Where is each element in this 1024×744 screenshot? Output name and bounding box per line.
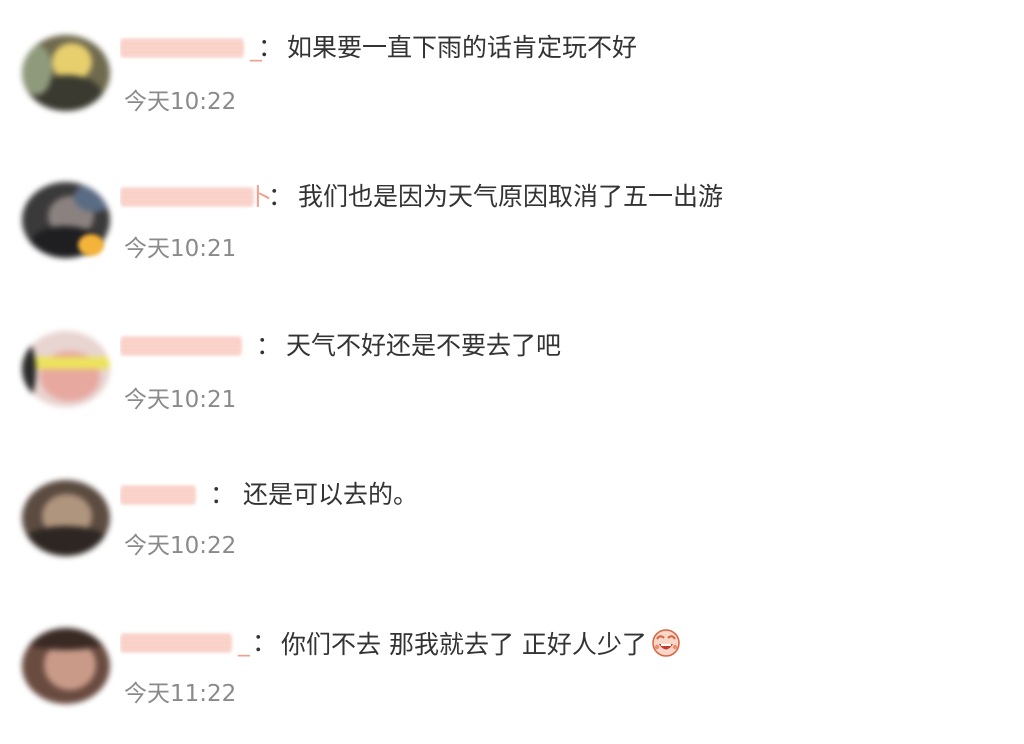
- avatar[interactable]: [22, 331, 110, 407]
- comment-item: 卜 ： 我们也是因为天气原因取消了五一出游 今天10:21: [0, 182, 1024, 292]
- redaction-mark: [120, 188, 254, 206]
- comment-item: ： 天气不好还是不要去了吧 今天10:21: [0, 331, 1024, 441]
- comment-text: 你们不去 那我就去了 正好人少了: [281, 628, 681, 660]
- comment-item: _ ： 你们不去 那我就去了 正好人少了 今天11:22: [0, 628, 1024, 738]
- redaction-mark: [120, 39, 244, 57]
- comment-text: 还是可以去的。: [243, 480, 419, 509]
- comment-text-body: 你们不去 那我就去了 正好人少了: [281, 630, 647, 659]
- avatar[interactable]: [22, 35, 110, 111]
- verified-badge-icon: [78, 234, 104, 256]
- separator: ：: [210, 480, 236, 509]
- timestamp: 今天11:22: [124, 681, 237, 707]
- timestamp: 今天10:21: [124, 236, 237, 262]
- separator: ：: [268, 182, 294, 211]
- username-blurred[interactable]: [120, 480, 214, 510]
- avatar[interactable]: [22, 628, 110, 704]
- separator: ：: [252, 628, 278, 657]
- laughing-emoji-icon: [651, 628, 681, 658]
- timestamp: 今天10:22: [124, 89, 237, 115]
- redaction-mark: [120, 486, 196, 504]
- comment-text: 我们也是因为天气原因取消了五一出游: [298, 182, 724, 211]
- avatar[interactable]: [22, 480, 110, 556]
- comment-item: _ ： 如果要一直下雨的话肯定玩不好 今天10:22: [0, 33, 1024, 143]
- comment-text: 如果要一直下雨的话肯定玩不好: [287, 33, 638, 62]
- username-blurred[interactable]: [120, 331, 260, 361]
- comment-list: _ ： 如果要一直下雨的话肯定玩不好 今天10:22 卜 ： 我们也是因为天气原…: [0, 0, 1024, 744]
- username-blurred[interactable]: _: [120, 628, 250, 658]
- redaction-mark: [120, 634, 232, 652]
- separator: ：: [256, 331, 282, 360]
- comment-item: ： 还是可以去的。 今天10:22: [0, 480, 1024, 590]
- username-tail: _: [238, 629, 250, 657]
- username-blurred[interactable]: 卜: [120, 182, 272, 212]
- redaction-mark: [120, 337, 242, 355]
- separator: ：: [258, 33, 284, 62]
- timestamp: 今天10:21: [124, 387, 237, 413]
- username-blurred[interactable]: _: [120, 33, 262, 63]
- timestamp: 今天10:22: [124, 533, 237, 559]
- comment-text: 天气不好还是不要去了吧: [286, 331, 562, 360]
